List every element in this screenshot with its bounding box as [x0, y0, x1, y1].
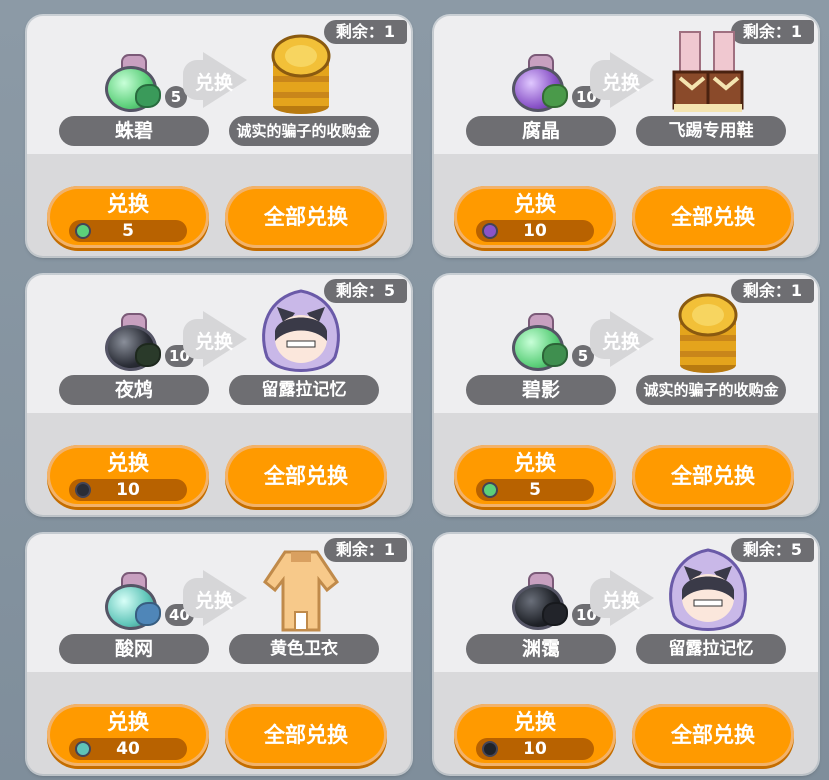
output-item-name: 飞踢专用鞋 [636, 116, 786, 146]
exchange-button-label: 兑换 [107, 710, 149, 734]
cost-orb-icon [482, 482, 498, 498]
exchange-button[interactable]: 兑换 10 [454, 704, 616, 766]
exchange-button[interactable]: 兑换 5 [454, 445, 616, 507]
exchange-button[interactable]: 兑换 10 [47, 445, 209, 507]
boots-icon [672, 31, 744, 112]
arrow-label: 兑换 [602, 590, 641, 612]
arrow-label: 兑换 [195, 590, 234, 612]
exchange-card: 剩余：1 5 兑换 碧影 诚实的骗子的收购金 兑换 5 全部兑换 [434, 275, 818, 515]
cost-bar: 10 [69, 479, 187, 501]
exchange-arrow-icon: 兑换 [183, 52, 251, 108]
exchange-button-label: 兑换 [107, 192, 149, 216]
cost-value: 10 [523, 739, 547, 759]
exchange-card: 剩余：1 40 兑换 酸网 黄色卫衣 兑换 40 全部兑换 [27, 534, 411, 774]
potion-orb-icon [103, 313, 163, 373]
exchange-card: 剩余：1 10 兑换 腐晶 飞踢专用鞋 兑换 10 全部兑换 [434, 16, 818, 256]
cost-bar: 40 [69, 738, 187, 760]
character-portrait-icon [262, 289, 340, 372]
output-item-name: 诚实的骗子的收购金 [229, 116, 379, 146]
cost-bar: 5 [69, 220, 187, 242]
output-item-name: 留露拉记忆 [636, 634, 786, 664]
output-item-name: 黄色卫衣 [229, 634, 379, 664]
exchange-button[interactable]: 兑换 40 [47, 704, 209, 766]
cost-bar: 10 [476, 220, 594, 242]
input-item-name: 碧影 [466, 375, 616, 405]
exchange-all-button[interactable]: 全部兑换 [632, 704, 794, 766]
cost-orb-icon [482, 223, 498, 239]
cost-bar: 5 [476, 479, 594, 501]
exchange-arrow-icon: 兑换 [590, 570, 658, 626]
cost-value: 10 [523, 221, 547, 241]
exchange-all-button[interactable]: 全部兑换 [225, 445, 387, 507]
exchange-button[interactable]: 兑换 10 [454, 186, 616, 248]
potion-orb-icon [103, 572, 163, 632]
cost-value: 5 [529, 480, 541, 500]
exchange-card: 剩余：5 10 兑换 渊霭 留露拉记忆 兑换 10 全部兑换 [434, 534, 818, 774]
output-item-name: 留露拉记忆 [229, 375, 379, 405]
character-portrait-icon [669, 548, 747, 631]
exchange-card: 剩余：1 5 兑换 蛛碧 诚实的骗子的收购金 兑换 5 全部兑换 [27, 16, 411, 256]
gold-coins-icon [678, 293, 738, 373]
potion-orb-icon [510, 572, 570, 632]
exchange-arrow-icon: 兑换 [590, 311, 658, 367]
exchange-arrow-icon: 兑换 [183, 311, 251, 367]
arrow-label: 兑换 [602, 72, 641, 94]
exchange-arrow-icon: 兑换 [183, 570, 251, 626]
potion-orb-icon [510, 54, 570, 114]
input-item-name: 蛛碧 [59, 116, 209, 146]
cost-orb-icon [75, 223, 91, 239]
cost-orb-icon [482, 741, 498, 757]
cost-value: 10 [116, 480, 140, 500]
exchange-button-label: 兑换 [107, 451, 149, 475]
exchange-all-button[interactable]: 全部兑换 [632, 186, 794, 248]
input-item-name: 渊霭 [466, 634, 616, 664]
exchange-arrow-icon: 兑换 [590, 52, 658, 108]
cost-value: 40 [116, 739, 140, 759]
exchange-all-button[interactable]: 全部兑换 [632, 445, 794, 507]
exchange-button[interactable]: 兑换 5 [47, 186, 209, 248]
exchange-all-button[interactable]: 全部兑换 [225, 704, 387, 766]
cost-orb-icon [75, 482, 91, 498]
potion-orb-icon [103, 54, 163, 114]
arrow-label: 兑换 [195, 72, 234, 94]
output-item-name: 诚实的骗子的收购金 [636, 375, 786, 405]
input-item-name: 腐晶 [466, 116, 616, 146]
input-item-name: 夜鸩 [59, 375, 209, 405]
gold-coins-icon [271, 34, 331, 114]
arrow-label: 兑换 [195, 331, 234, 353]
cost-bar: 10 [476, 738, 594, 760]
exchange-card: 剩余：5 10 兑换 夜鸩 留露拉记忆 兑换 10 全部兑换 [27, 275, 411, 515]
cost-orb-icon [75, 741, 91, 757]
potion-orb-icon [510, 313, 570, 373]
exchange-all-button[interactable]: 全部兑换 [225, 186, 387, 248]
exchange-button-label: 兑换 [514, 451, 556, 475]
arrow-label: 兑换 [602, 331, 641, 353]
exchange-button-label: 兑换 [514, 710, 556, 734]
input-item-name: 酸网 [59, 634, 209, 664]
exchange-button-label: 兑换 [514, 192, 556, 216]
cost-value: 5 [122, 221, 134, 241]
yellow-hoodie-icon [262, 550, 340, 632]
